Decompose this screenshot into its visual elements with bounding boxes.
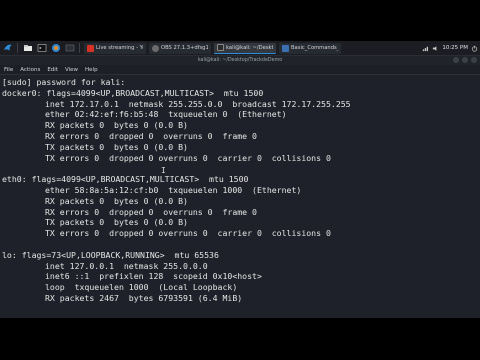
terminal-line: RX errors 0 dropped 0 overruns 0 frame 0 — [45, 206, 257, 217]
task-obs[interactable]: OBS 27.1.3+dfsg1-1 (... — [149, 42, 211, 54]
terminal-line: TX packets 0 bytes 0 (0.0 B) — [45, 141, 188, 152]
terminal-output[interactable]: [sudo] password for kali: docker0: flags… — [0, 75, 480, 318]
terminal-line: RX packets 0 bytes 0 (0.0 B) — [45, 195, 188, 206]
terminal-line: RX errors 0 dropped 0 overruns 0 frame 0 — [45, 130, 257, 141]
terminal-line: loop txqueuelen 1000 (Local Loopback) — [45, 282, 238, 293]
terminal-line: inet 172.17.0.1 netmask 255.255.0.0 broa… — [45, 98, 351, 109]
terminal-icon — [217, 44, 224, 51]
kali-dragon-icon[interactable] — [2, 43, 13, 54]
terminal-line: docker0: flags=4099<UP,BROADCAST,MULTICA… — [2, 87, 264, 98]
obs-icon — [152, 44, 159, 52]
window-title: kali@kali: ~/Desktop/TrackdeDemo — [197, 58, 283, 63]
taskbar-separator — [17, 43, 18, 53]
menu-help[interactable]: Help — [85, 67, 98, 73]
terminal-line: ether 02:42:ef:f6:b5:48 txqueuelen 0 (Et… — [45, 109, 287, 120]
taskbar-separator — [79, 43, 80, 53]
terminal-line: RX packets 2467 bytes 6793591 (6.4 MiB) — [45, 292, 243, 303]
menu-actions[interactable]: Actions — [20, 67, 40, 73]
browser-icon[interactable] — [50, 43, 61, 54]
terminal-icon[interactable] — [36, 43, 47, 54]
file-manager-icon[interactable] — [22, 43, 33, 54]
terminal-line: inet6 ::1 prefixlen 128 scopeid 0x10<hos… — [45, 271, 262, 282]
minimize-icon[interactable] — [453, 57, 459, 63]
menu-view[interactable]: View — [65, 67, 78, 73]
terminal-line: RX packets 0 bytes 0 (0.0 B) — [45, 120, 188, 131]
terminal-line: inet 127.0.0.1 netmask 255.0.0.0 — [45, 260, 208, 271]
window-titlebar[interactable]: kali@kali: ~/Desktop/TrackdeDemo — [0, 56, 480, 65]
menu-edit[interactable]: Edit — [47, 67, 58, 73]
menu-file[interactable]: File — [4, 67, 13, 73]
task-basic-commands[interactable]: Basic_Commands_5... — [279, 42, 341, 54]
volume-icon[interactable] — [432, 45, 439, 52]
power-icon[interactable] — [471, 45, 478, 52]
terminal-line: lo: flags=73<UP,LOOPBACK,RUNNING> mtu 65… — [2, 249, 219, 260]
system-tray: 10:25 PM — [422, 45, 478, 52]
close-icon[interactable] — [471, 57, 477, 63]
window-controls — [453, 57, 477, 63]
terminal-line: TX errors 0 dropped 0 overruns 0 carrier… — [45, 152, 331, 163]
terminal-line: TX packets 0 bytes 0 (0.0 B) — [45, 217, 188, 228]
text-cursor-icon: I — [161, 166, 166, 175]
task-label: Live streaming - You... — [96, 45, 143, 51]
clock[interactable]: 10:25 PM — [442, 45, 468, 51]
task-live-streaming[interactable]: Live streaming - You... — [84, 42, 146, 54]
network-icon[interactable] — [422, 45, 429, 52]
terminal-line: eth0: flags=4099<UP,BROADCAST,MULTICAST>… — [2, 174, 249, 185]
task-terminal[interactable]: kali@kali: ~/Desktop... — [214, 42, 276, 54]
taskbar: Live streaming - You... OBS 27.1.3+dfsg1… — [0, 41, 480, 56]
maximize-icon[interactable] — [462, 57, 468, 63]
task-label: kali@kali: ~/Desktop... — [226, 44, 273, 51]
terminal-line: [sudo] password for kali: — [2, 77, 126, 87]
letterbox-top — [0, 0, 480, 41]
task-label: OBS 27.1.3+dfsg1-1 (... — [161, 45, 208, 51]
task-label: Basic_Commands_5... — [291, 45, 338, 51]
document-icon — [282, 44, 289, 52]
terminal-line: TX errors 0 dropped 0 overruns 0 carrier… — [45, 228, 331, 239]
menu-bar: File Actions Edit View Help — [0, 65, 480, 75]
letterbox-bottom — [0, 318, 480, 360]
terminal-line: ether 58:8a:5a:12:cf:b0 txqueuelen 1000 … — [45, 184, 302, 195]
workspace-icon[interactable] — [64, 43, 75, 54]
youtube-icon — [87, 44, 94, 52]
